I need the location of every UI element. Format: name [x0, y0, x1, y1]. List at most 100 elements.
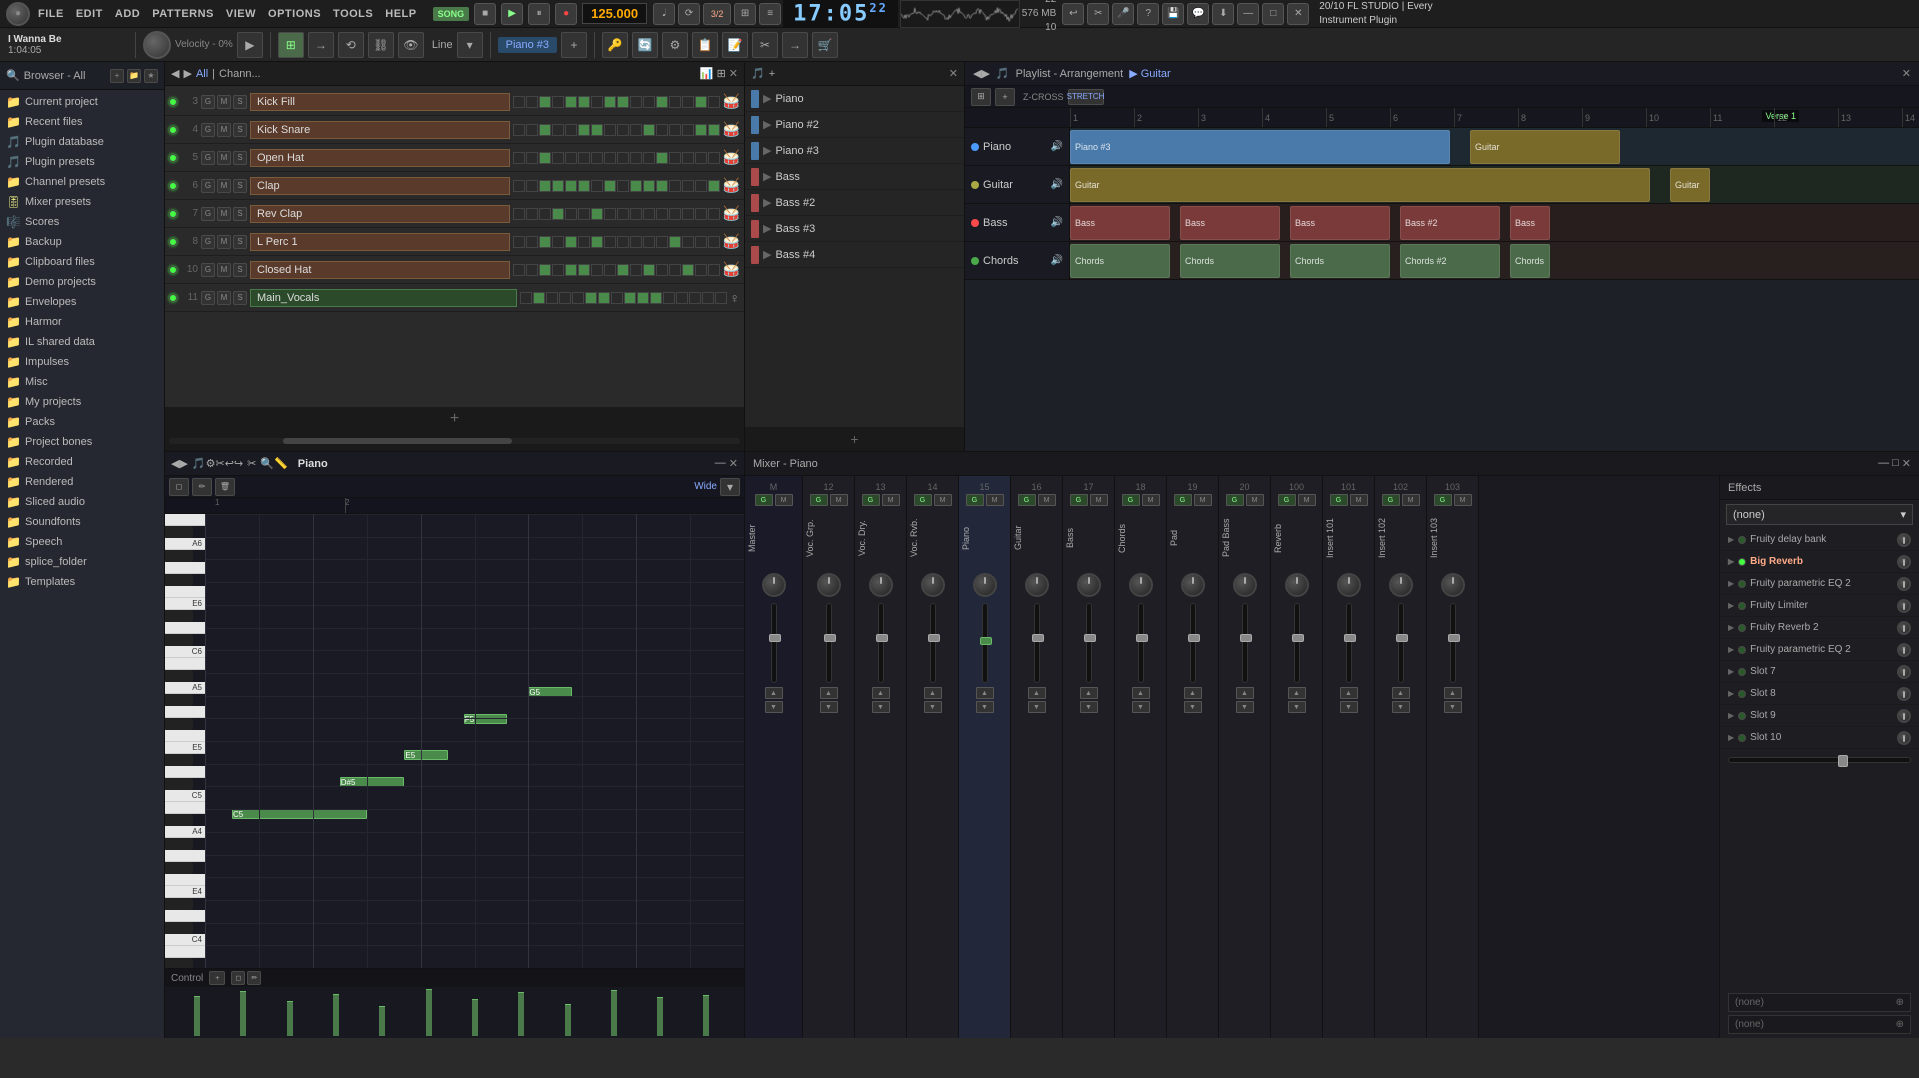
ch-btn-m-5[interactable]: M: [217, 235, 231, 249]
ch-btn-g-2[interactable]: G: [201, 151, 215, 165]
piano-key-5-11[interactable]: [165, 658, 205, 670]
beat-pad-2-13[interactable]: [682, 152, 694, 164]
track-content-1[interactable]: GuitarGuitar: [1070, 166, 1919, 203]
mx-fader-handle-11[interactable]: [1344, 634, 1356, 642]
mx-arrow-dn-10[interactable]: ▼: [1288, 701, 1306, 713]
mixer-maximize[interactable]: □: [1892, 457, 1899, 470]
beat-pad-5-12[interactable]: [669, 236, 681, 248]
mx-fader-4[interactable]: [982, 603, 988, 683]
mx-fader-handle-8[interactable]: [1188, 634, 1200, 642]
ch-icon-4[interactable]: 🥁: [723, 205, 740, 222]
beat-pad-3-5[interactable]: [578, 180, 590, 192]
mx-knob-4[interactable]: [973, 573, 997, 597]
inst-row-2[interactable]: ▶Piano #3: [745, 138, 964, 164]
beat-pad-1-4[interactable]: [565, 124, 577, 136]
fx-slot-3[interactable]: ▶Fruity parametric EQ 2: [1720, 573, 1919, 595]
ch-icon-2[interactable]: 🥁: [723, 149, 740, 166]
fx-toggle-9[interactable]: [1738, 712, 1746, 720]
mx-arrow-up-2[interactable]: ▲: [872, 687, 890, 699]
chain-btn[interactable]: ⛓: [368, 32, 394, 58]
vel-bar-0[interactable]: [194, 996, 200, 1036]
beat-pad-4-3[interactable]: [552, 208, 564, 220]
beat-pad-0-15[interactable]: [708, 96, 720, 108]
mx-arrow-dn-5[interactable]: ▼: [1028, 701, 1046, 713]
browser-bookmark-btn[interactable]: ★: [144, 69, 158, 83]
fx-slot-6[interactable]: ▶Fruity parametric EQ 2: [1720, 639, 1919, 661]
mx-btn-g-4[interactable]: G: [966, 494, 984, 506]
mx-arrow-dn-12[interactable]: ▼: [1392, 701, 1410, 713]
beat-pad-4-0[interactable]: [513, 208, 525, 220]
beat-pad-2-7[interactable]: [604, 152, 616, 164]
mx-btn-g-6[interactable]: G: [1070, 494, 1088, 506]
piano-key-5-0[interactable]: C5: [165, 790, 205, 802]
track-block-1-0[interactable]: Guitar: [1070, 168, 1650, 202]
vel-bar-10[interactable]: [657, 997, 663, 1036]
fx-slot-knob-3[interactable]: [1897, 577, 1911, 591]
piano-key-6-10[interactable]: [165, 526, 193, 538]
beat-pad-7-8[interactable]: [624, 292, 636, 304]
mic-icon[interactable]: 🎤: [1112, 3, 1134, 25]
beat-pad-4-2[interactable]: [539, 208, 551, 220]
vel-bar-2[interactable]: [287, 1001, 293, 1036]
mx-fader-0[interactable]: [771, 603, 777, 683]
mx-fader-7[interactable]: [1138, 603, 1144, 683]
beat-pad-3-3[interactable]: [552, 180, 564, 192]
beat-pad-5-1[interactable]: [526, 236, 538, 248]
mx-fader-8[interactable]: [1190, 603, 1196, 683]
track-label-0[interactable]: Piano🔊: [965, 128, 1070, 165]
beat-pad-2-2[interactable]: [539, 152, 551, 164]
track-label-2[interactable]: Bass🔊: [965, 204, 1070, 241]
beat-pad-3-0[interactable]: [513, 180, 525, 192]
piano-key-6-4[interactable]: E6: [165, 598, 205, 610]
ch-name-6[interactable]: Closed Hat: [250, 261, 510, 279]
note-0[interactable]: C5: [232, 809, 367, 819]
mixer-ch-7[interactable]: 18GMChords▲▼: [1115, 476, 1167, 1038]
menu-item-view[interactable]: VIEW: [220, 6, 262, 22]
browser-item-21[interactable]: 📁Soundfonts: [0, 512, 164, 532]
ch-btn-s-4[interactable]: S: [233, 207, 247, 221]
browser-item-5[interactable]: 🎚Mixer presets: [0, 192, 164, 212]
track-block-3-4[interactable]: Chords: [1510, 244, 1550, 278]
beat-pad-2-9[interactable]: [630, 152, 642, 164]
ch-btn-s-1[interactable]: S: [233, 123, 247, 137]
browser-item-23[interactable]: 📁splice_folder: [0, 552, 164, 572]
ch-name-5[interactable]: L Perc 1: [250, 233, 510, 251]
tempo-display[interactable]: 125.000: [582, 3, 647, 24]
beat-pad-7-15[interactable]: [715, 292, 727, 304]
mx-fader-1[interactable]: [826, 603, 832, 683]
mx-btn-m-1[interactable]: M: [830, 494, 848, 506]
browser-item-7[interactable]: 📁Backup: [0, 232, 164, 252]
beat-pad-5-7[interactable]: [604, 236, 616, 248]
ch-icon-0[interactable]: 🥁: [723, 93, 740, 110]
inst-row-6[interactable]: ▶Bass #4: [745, 242, 964, 268]
mx-knob-0[interactable]: [762, 573, 786, 597]
beat-pad-3-7[interactable]: [604, 180, 616, 192]
piano-key-6-5[interactable]: [165, 586, 205, 598]
beat-pad-5-8[interactable]: [617, 236, 629, 248]
beat-pad-2-1[interactable]: [526, 152, 538, 164]
beat-pad-4-1[interactable]: [526, 208, 538, 220]
arrow-btn[interactable]: →: [308, 32, 334, 58]
mx-fader-6[interactable]: [1086, 603, 1092, 683]
mx-arrow-up-8[interactable]: ▲: [1184, 687, 1202, 699]
mx-arrow-dn-3[interactable]: ▼: [924, 701, 942, 713]
beat-pad-1-5[interactable]: [578, 124, 590, 136]
mx-arrow-dn-8[interactable]: ▼: [1184, 701, 1202, 713]
mx-arrow-dn-11[interactable]: ▼: [1340, 701, 1358, 713]
piano-tool8[interactable]: 🛒: [812, 32, 838, 58]
vel-bar-7[interactable]: [518, 992, 524, 1036]
track-block-2-4[interactable]: Bass: [1510, 206, 1550, 240]
fx-toggle-5[interactable]: [1738, 624, 1746, 632]
ch-btn-m-6[interactable]: M: [217, 263, 231, 277]
track-block-2-1[interactable]: Bass: [1180, 206, 1280, 240]
beat-pad-0-6[interactable]: [591, 96, 603, 108]
ch-btn-g-0[interactable]: G: [201, 95, 215, 109]
track-block-3-0[interactable]: Chords: [1070, 244, 1170, 278]
beat-pad-4-8[interactable]: [617, 208, 629, 220]
redo-icon[interactable]: ✂: [1087, 3, 1109, 25]
beat-pad-3-6[interactable]: [591, 180, 603, 192]
fx-send-dropdown[interactable]: (none) ▾: [1726, 504, 1913, 525]
mx-arrow-up-12[interactable]: ▲: [1392, 687, 1410, 699]
piano-key-6-9[interactable]: A6: [165, 538, 205, 550]
beat-pad-6-12[interactable]: [669, 264, 681, 276]
